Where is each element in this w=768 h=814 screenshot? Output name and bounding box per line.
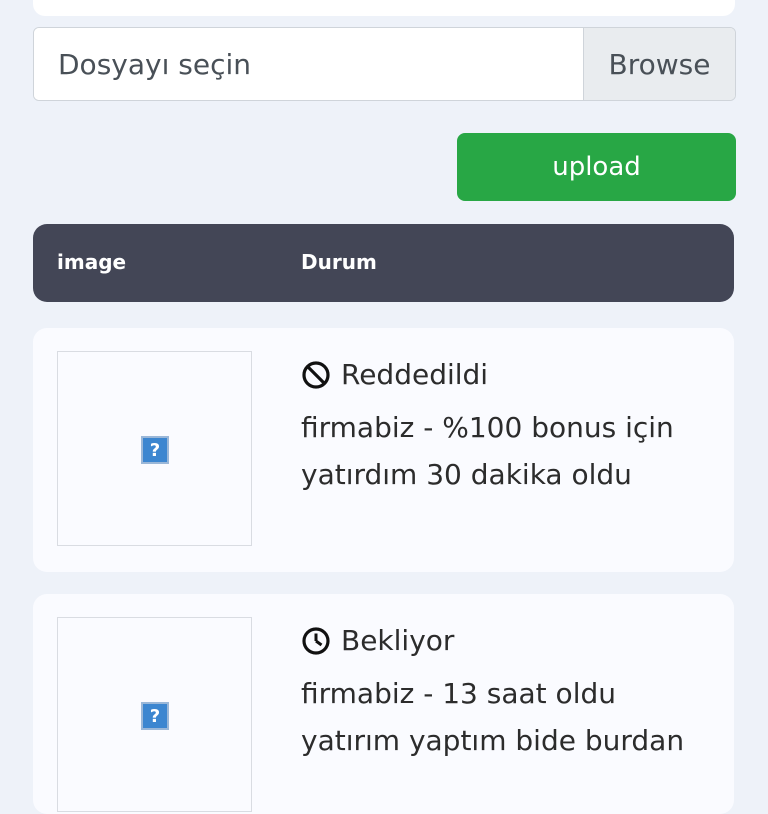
status-text: Reddedildi	[341, 358, 489, 391]
upload-button[interactable]: upload	[457, 133, 736, 201]
table-row: ? Bekliyor firmabiz - 13 saat oldu yatır…	[33, 594, 734, 814]
status-badge: Reddedildi	[301, 358, 488, 391]
broken-image-icon: ?	[141, 436, 169, 464]
previous-card	[33, 0, 735, 16]
browse-button[interactable]: Browse	[583, 28, 735, 100]
status-text: Bekliyor	[341, 624, 455, 657]
column-header-status: Durum	[301, 250, 377, 274]
file-input[interactable]: Dosyayı seçin	[34, 28, 583, 100]
broken-image-icon: ?	[141, 702, 169, 730]
column-header-image: image	[57, 250, 127, 274]
clock-icon	[302, 626, 330, 655]
table-header: image Durum	[33, 224, 734, 302]
table-row: ? Reddedildi firmabiz - %100 bonus için …	[33, 328, 734, 572]
row-message: firmabiz - %100 bonus için yatırdım 30 d…	[301, 411, 674, 491]
file-picker[interactable]: Dosyayı seçin Browse	[33, 27, 736, 101]
row-message: firmabiz - 13 saat oldu yatırım yaptım b…	[301, 677, 685, 757]
image-thumbnail[interactable]: ?	[57, 351, 252, 546]
ban-icon	[302, 360, 330, 389]
image-thumbnail[interactable]: ?	[57, 617, 252, 812]
status-badge: Bekliyor	[301, 624, 454, 657]
